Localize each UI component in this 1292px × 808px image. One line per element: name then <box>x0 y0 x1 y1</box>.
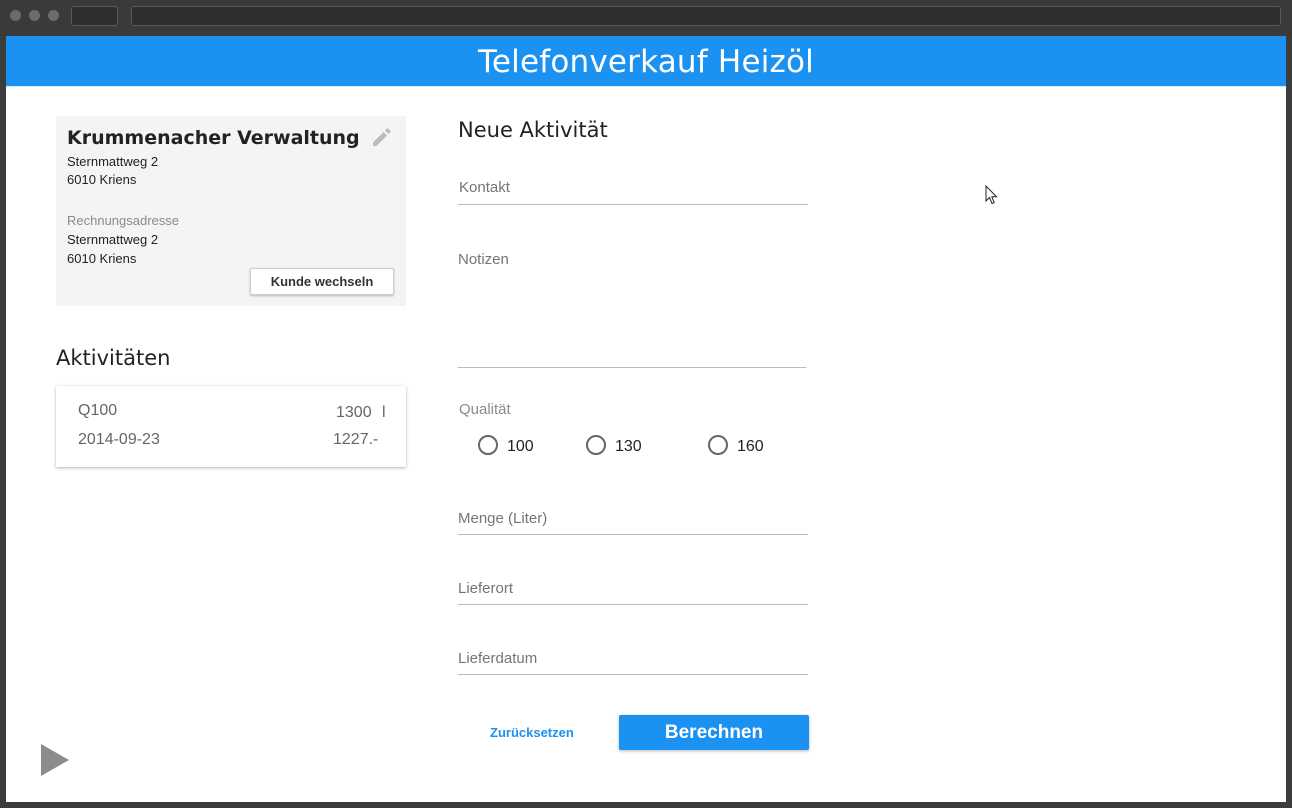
quality-radio-160[interactable]: 160 <box>708 434 778 456</box>
change-customer-button[interactable]: Kunde wechseln <box>250 268 394 295</box>
radio-label-160: 160 <box>737 438 764 455</box>
browser-tab[interactable] <box>71 6 118 26</box>
app-header: Telefonverkauf Heizöl <box>6 36 1286 87</box>
quantity-field[interactable]: Menge (Liter) <box>458 498 808 535</box>
customer-card: Krummenacher Verwaltung Sternmattweg 2 6… <box>56 116 406 306</box>
window-dot-minimize[interactable] <box>29 10 40 21</box>
delivery-location-field[interactable]: Lieferort <box>458 568 808 605</box>
delivery-date-field[interactable]: Lieferdatum <box>458 638 808 675</box>
activity-date: 2014-09-23 <box>78 431 160 448</box>
billing-street: Sternmattweg 2 <box>67 232 159 247</box>
activities-heading: Aktivitäten <box>56 346 171 370</box>
delivery-location-label: Lieferort <box>458 580 514 597</box>
form-heading: Neue Aktivität <box>458 118 608 142</box>
quality-radio-130[interactable]: 130 <box>586 434 656 456</box>
radio-label-130: 130 <box>615 438 642 455</box>
customer-name: Krummenacher Verwaltung <box>67 127 360 149</box>
calculate-button[interactable]: Berechnen <box>619 715 809 750</box>
notes-label: Notizen <box>458 251 509 268</box>
notes-field[interactable]: Notizen <box>458 241 806 368</box>
customer-city: 6010 Kriens <box>67 172 137 187</box>
browser-chrome <box>0 0 1292 36</box>
contact-label: Kontakt <box>459 179 510 196</box>
window-dot-maximize[interactable] <box>48 10 59 21</box>
app-window: Telefonverkauf Heizöl Krummenacher Verwa… <box>6 36 1286 802</box>
activity-quality: Q100 <box>78 402 118 419</box>
delivery-date-label: Lieferdatum <box>458 650 538 667</box>
activity-unit: l <box>382 404 386 421</box>
radio-circle-icon[interactable] <box>586 435 606 455</box>
address-bar[interactable] <box>131 6 1281 26</box>
customer-street: Sternmattweg 2 <box>67 154 159 169</box>
radio-circle-icon[interactable] <box>478 435 498 455</box>
quantity-label: Menge (Liter) <box>458 510 548 527</box>
quality-radio-100[interactable]: 100 <box>478 434 548 456</box>
radio-circle-icon[interactable] <box>708 435 728 455</box>
pencil-icon[interactable] <box>369 125 393 149</box>
activity-quantity: 1300 <box>336 404 372 421</box>
window-dot-close[interactable] <box>10 10 21 21</box>
reset-button[interactable]: Zurücksetzen <box>490 725 574 740</box>
contact-field[interactable]: Kontakt <box>458 169 808 205</box>
app-title: Telefonverkauf Heizöl <box>478 44 814 80</box>
billing-city: 6010 Kriens <box>67 251 137 266</box>
mouse-cursor-icon <box>985 185 998 205</box>
radio-label-100: 100 <box>507 438 534 455</box>
activity-list-item[interactable]: Q100 1300 l 2014-09-23 1227.- <box>56 386 406 467</box>
activity-price: 1227.- <box>333 431 379 448</box>
play-icon[interactable] <box>41 744 69 776</box>
billing-label: Rechnungsadresse <box>67 213 180 228</box>
quality-label: Qualität <box>459 401 511 418</box>
